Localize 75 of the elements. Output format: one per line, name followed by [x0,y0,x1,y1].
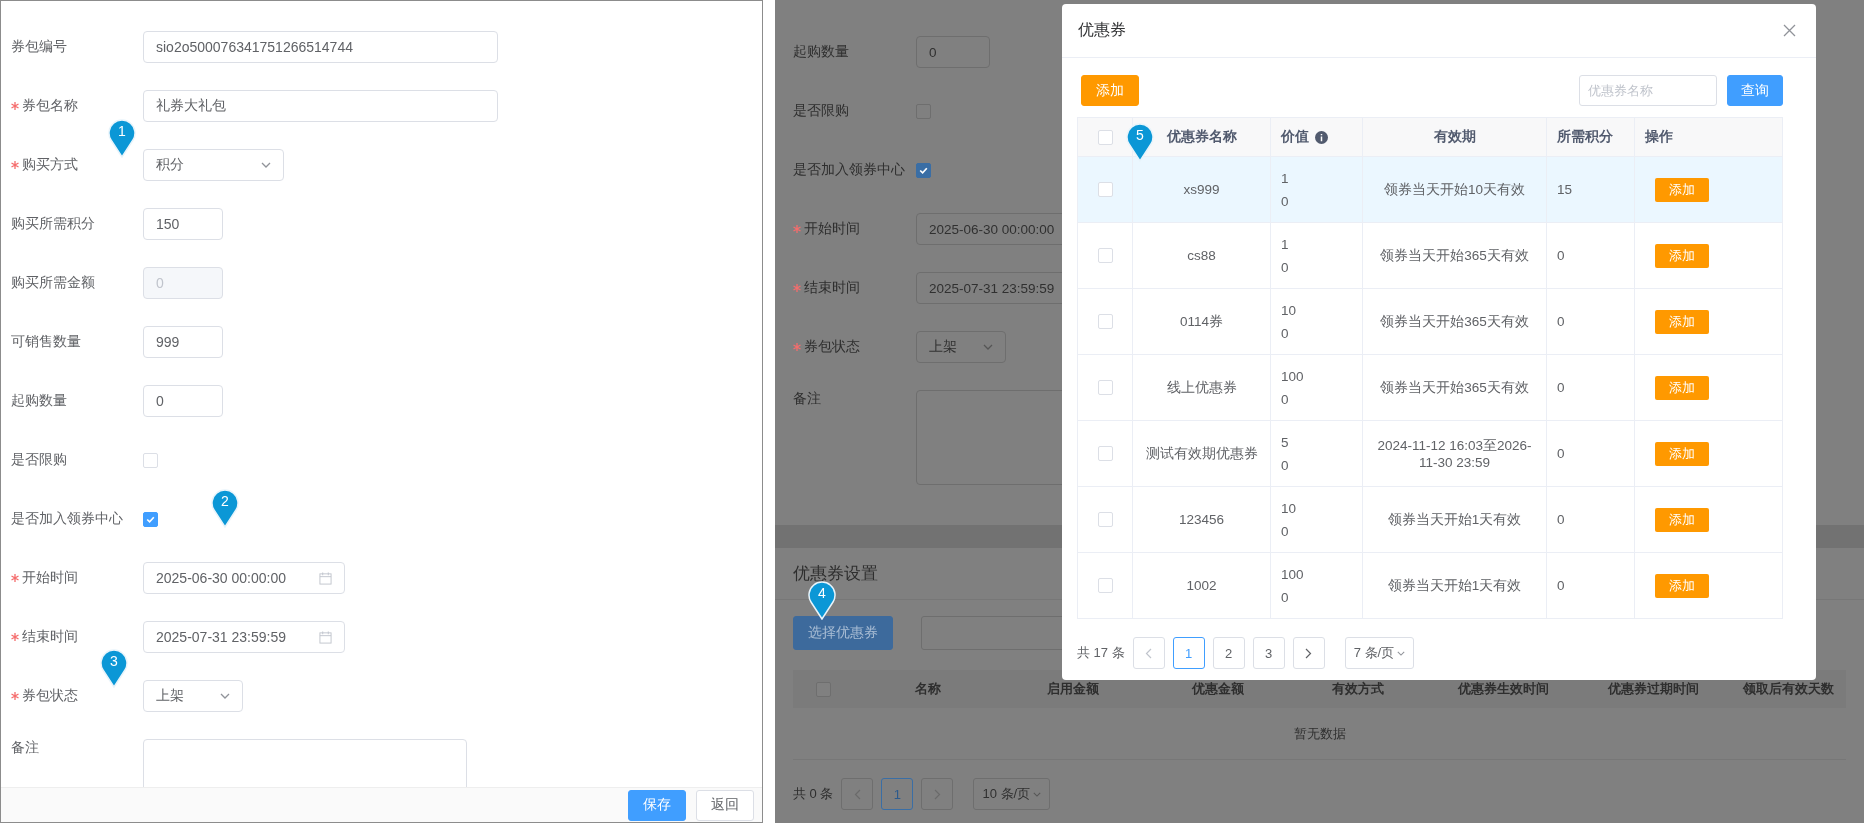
table-cell: 领券当天开始1天有效 [1387,510,1522,529]
field-label: 结束时间 [804,279,860,297]
table-cell: 测试有效期优惠券 [1145,444,1258,463]
field-label: 是否限购 [11,451,67,469]
field-label: 是否加入领券中心 [11,510,123,528]
table-cell: 15 [1557,182,1573,197]
table-cell: 0 [1281,457,1289,473]
table-cell: 0 [1557,512,1565,527]
table-cell: 123456 [1178,512,1225,527]
dialog-title: 优惠券 [1078,20,1126,40]
table-cell: 领券当天开始365天有效 [1380,312,1529,331]
field-label: 起购数量 [11,392,67,410]
table-cell: 领券当天开始365天有效 [1380,246,1529,265]
table-cell: 100 [1281,566,1304,582]
table-cell: 0 [1281,193,1289,209]
table-cell: 0 [1557,578,1565,593]
field-label: 起购数量 [793,43,849,61]
field-label: 购买所需金额 [11,274,95,292]
table-cell: 0 [1557,314,1565,329]
field-label: 券包名称 [22,97,78,115]
table-cell: 领券当天开始10天有效 [1384,180,1525,199]
field-label: 开始时间 [22,569,78,587]
field-label: 是否限购 [793,102,849,120]
table-cell: 1 [1281,170,1289,186]
table-cell: 0 [1281,523,1289,539]
table-cell: 1 [1281,236,1289,252]
table-cell: 0114券 [1180,312,1223,331]
column-header: 优惠券过期时间 [1607,680,1699,698]
callout-marker: 2 [210,488,240,528]
column-header: 所需积分 [1557,128,1613,146]
table-cell: 5 [1281,434,1289,450]
column-header: 优惠券生效时间 [1457,680,1549,698]
column-header: 启用金额 [1047,680,1099,698]
field-label: 备注 [793,390,821,408]
field-label: 券包编号 [11,38,67,56]
empty-text: 暂无数据 [1293,724,1346,743]
column-header: 优惠券名称 [1166,128,1237,146]
total-count: 共 17 条 [1077,644,1125,662]
field-label: 券包状态 [22,687,78,705]
field-label: 结束时间 [22,628,78,646]
table-cell: 领券当天开始1天有效 [1387,576,1522,595]
table-cell: 10 [1281,500,1297,516]
table-cell: 0 [1281,391,1289,407]
table-cell: 0 [1557,380,1565,395]
field-label: 是否加入领券中心 [793,161,905,179]
field-label: 购买所需积分 [11,215,95,233]
field-label: 购买方式 [22,156,78,174]
column-header: 名称 [915,680,941,698]
column-header: 有效期 [1433,128,1476,146]
callout-marker: 3 [99,648,129,688]
table-cell: 10 [1281,302,1297,318]
callout-marker: 4 [807,580,837,620]
table-cell-text: 2024-11-12 16:03至2026-11-30 23:59 [1376,437,1533,470]
table-cell: 0 [1281,325,1289,341]
table-cell: 线上优惠券 [1166,378,1237,397]
table-cell: 1002 [1186,578,1217,593]
column-header: 有效方式 [1332,680,1384,698]
column-header: 领取后有效天数 [1742,680,1834,698]
field-label: 开始时间 [804,220,860,238]
table-cell: 领券当天开始365天有效 [1380,378,1529,397]
table-cell: 0 [1557,248,1565,263]
table-cell: 0 [1281,259,1289,275]
callout-marker: 5 [1125,122,1155,162]
column-header: 操作 [1645,128,1673,146]
table-cell: xs999 [1183,182,1220,197]
field-label: 可销售数量 [11,333,81,351]
field-label: 券包状态 [804,338,860,356]
total-count: 共 0 条 [793,785,834,803]
field-label: 备注 [11,739,39,757]
callout-marker: 1 [107,118,137,158]
table-cell: 0 [1557,446,1565,461]
table-cell: cs88 [1187,248,1216,263]
column-header: 优惠金额 [1192,680,1244,698]
column-header: 价值 [1281,128,1309,146]
table-cell: 100 [1281,368,1304,384]
